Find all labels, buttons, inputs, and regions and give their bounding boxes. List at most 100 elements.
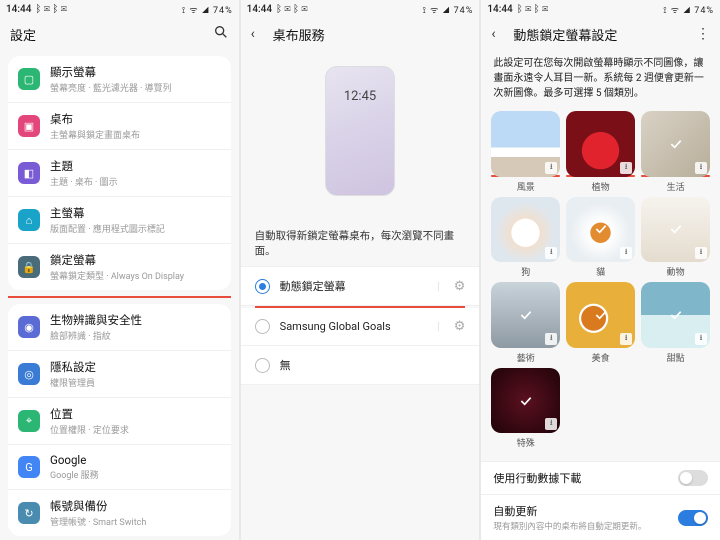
auto-update-row[interactable]: 自動更新 現有類別內容中的桌布將自動定期更新。 [481,494,720,540]
status-left-icons: ᛒ ✉ ᛒ ✉ [517,4,548,15]
tile-caption: 植物 [592,180,610,193]
tile-thumb[interactable]: ⭳ [491,197,560,263]
row-icon: ⌖ [18,410,40,432]
settings-row[interactable]: 🔒鎖定螢幕螢幕鎖定類型 · Always On Display [8,243,231,290]
row-icon: ▣ [18,115,40,137]
row-sub: 權限管理員 [50,376,221,389]
tile-caption: 動物 [667,265,685,278]
search-icon[interactable] [213,24,229,44]
settings-row[interactable]: ◎隱私設定權限管理員 [8,350,231,397]
option-label: 無 [280,357,466,373]
status-left-icons: ᛒ ✉ ᛒ ✉ [276,4,307,15]
page-title: 設定 [10,25,213,44]
option-label: 動態鎖定螢幕 [280,278,423,294]
settings-list: ▢顯示螢幕螢幕亮度 · 藍光濾光器 · 導覽列▣桌布主螢幕與鎖定畫面桌布◧主題主… [0,50,239,540]
row-sub: 主螢幕與鎖定畫面桌布 [50,128,221,141]
row-sub: 版面配置 · 應用程式圖示標記 [50,222,221,235]
status-time: 14:44 [247,4,272,15]
check-icon [592,306,610,324]
category-tile[interactable]: ⭳ 植物 [566,111,635,193]
tile-caption: 藝術 [517,351,535,364]
radio-icon[interactable] [255,358,270,373]
header: ‹ 桌布服務 [241,18,480,50]
wallpaper-option[interactable]: 動態鎖定螢幕|⚙ [241,266,480,306]
status-time: 14:44 [6,4,31,15]
tile-thumb[interactable]: ⭳ [641,282,710,348]
settings-row[interactable]: ⌂主螢幕版面配置 · 應用程式圖示標記 [8,196,231,243]
row-title: 桌布 [50,111,221,127]
download-icon: ⭳ [695,162,707,174]
row-icon: ▢ [18,68,40,90]
download-icon: ⭳ [695,247,707,259]
row-title: 主螢幕 [50,205,221,221]
settings-row[interactable]: ◧主題主題 · 桌布 · 圖示 [8,149,231,196]
tile-thumb[interactable]: ⭳ [491,111,560,177]
auto-update-switch[interactable] [678,510,708,526]
back-icon[interactable]: ‹ [491,26,507,42]
category-tile[interactable]: ⭳ 甜點 [641,282,710,364]
download-icon: ⭳ [545,247,557,259]
category-grid: ⭳風景⭳植物⭳生活⭳狗⭳貓⭳動物⭳藝術⭳美食⭳甜點⭳特殊 [481,111,720,449]
status-bar: 14:44 ᛒ ✉ ᛒ ✉ ⟟ ᯤ ◢ 74% [481,0,720,18]
tile-thumb[interactable]: ⭳ [566,197,635,263]
download-icon: ⭳ [695,333,707,345]
tile-thumb[interactable]: ⭳ [491,282,560,348]
tile-caption: 甜點 [667,351,685,364]
category-tile[interactable]: ⭳ 特殊 [491,368,560,450]
settings-row[interactable]: ◉生物辨識與安全性臉部辨識 · 指紋 [8,304,231,350]
tile-thumb[interactable]: ⭳ [566,111,635,177]
category-tile[interactable]: ⭳貓 [566,197,635,279]
settings-card: ▢顯示螢幕螢幕亮度 · 藍光濾光器 · 導覽列▣桌布主螢幕與鎖定畫面桌布◧主題主… [8,56,231,290]
mobile-data-switch[interactable] [678,470,708,486]
status-bar: 14:44 ᛒ ✉ ᛒ ✉ ⟟ ᯤ ◢ 74% [0,0,239,18]
header: ‹ 動態鎖定螢幕設定 ⋮ [481,18,720,50]
highlight-line [8,296,231,298]
tile-thumb[interactable]: ⭳ [566,282,635,348]
row-title: 主題 [50,158,221,174]
gear-icon[interactable]: ⚙ [454,279,466,294]
radio-icon[interactable] [255,319,270,334]
settings-row[interactable]: ▢顯示螢幕螢幕亮度 · 藍光濾光器 · 導覽列 [8,56,231,102]
panel-wallpaper-service: 14:44 ᛒ ✉ ᛒ ✉ ⟟ ᯤ ◢ 74% ‹ 桌布服務 12:45 自動取… [241,0,480,540]
row-title: 顯示螢幕 [50,64,221,80]
back-icon[interactable]: ‹ [251,26,267,42]
tile-thumb[interactable]: ⭳ [491,368,560,434]
settings-row[interactable]: ↻帳號與備份管理帳號 · Smart Switch [8,489,231,536]
settings-row[interactable]: ⌖位置位置權限 · 定位要求 [8,397,231,444]
tile-caption: 特殊 [517,436,535,449]
row-sub: 螢幕鎖定類型 · Always On Display [50,269,221,282]
tile-thumb[interactable]: ⭳ [641,111,710,177]
tile-caption: 狗 [521,265,530,278]
mock-clock: 12:45 [344,89,376,104]
category-tile[interactable]: ⭳ 風景 [491,111,560,193]
row-title: 帳號與備份 [50,498,221,514]
category-tile[interactable]: ⭳美食 [566,282,635,364]
row-sub: 管理帳號 · Smart Switch [50,515,221,528]
auto-update-label: 自動更新 [493,503,678,519]
category-tile[interactable]: ⭳ 藝術 [491,282,560,364]
tile-caption: 風景 [517,180,535,193]
tile-thumb[interactable]: ⭳ [641,197,710,263]
row-icon: ◎ [18,363,40,385]
category-tile[interactable]: ⭳狗 [491,197,560,279]
row-icon: 🔒 [18,256,40,278]
settings-row[interactable]: ▣ 桌布主螢幕與鎖定畫面桌布 [8,102,231,149]
wallpaper-option[interactable]: 無 [241,346,480,385]
category-tile[interactable]: ⭳ 動物 [641,197,710,279]
wallpaper-option[interactable]: Samsung Global Goals|⚙ [241,308,480,346]
more-icon[interactable]: ⋮ [696,26,710,42]
settings-row[interactable]: GGoogleGoogle 服務 [8,444,231,489]
mobile-data-row[interactable]: 使用行動數據下載 [481,461,720,494]
panel-dynamic-lock: 14:44 ᛒ ✉ ᛒ ✉ ⟟ ᯤ ◢ 74% ‹ 動態鎖定螢幕設定 ⋮ 此設定… [481,0,720,540]
settings-card: ◉生物辨識與安全性臉部辨識 · 指紋◎隱私設定權限管理員⌖位置位置權限 · 定位… [8,304,231,536]
category-tile[interactable]: ⭳生活 [641,111,710,193]
page-title: 動態鎖定螢幕設定 [513,25,696,44]
row-sub: 臉部辨識 · 指紋 [50,329,221,342]
panel-settings: 14:44 ᛒ ✉ ᛒ ✉ ⟟ ᯤ ◢ 74% 設定 ▢顯示螢幕螢幕亮度 · 藍… [0,0,239,540]
radio-icon[interactable] [255,279,270,294]
gear-icon[interactable]: ⚙ [454,319,466,334]
download-icon: ⭳ [545,418,557,430]
download-icon: ⭳ [620,162,632,174]
row-sub: 主題 · 桌布 · 圖示 [50,175,221,188]
check-icon [517,392,535,410]
